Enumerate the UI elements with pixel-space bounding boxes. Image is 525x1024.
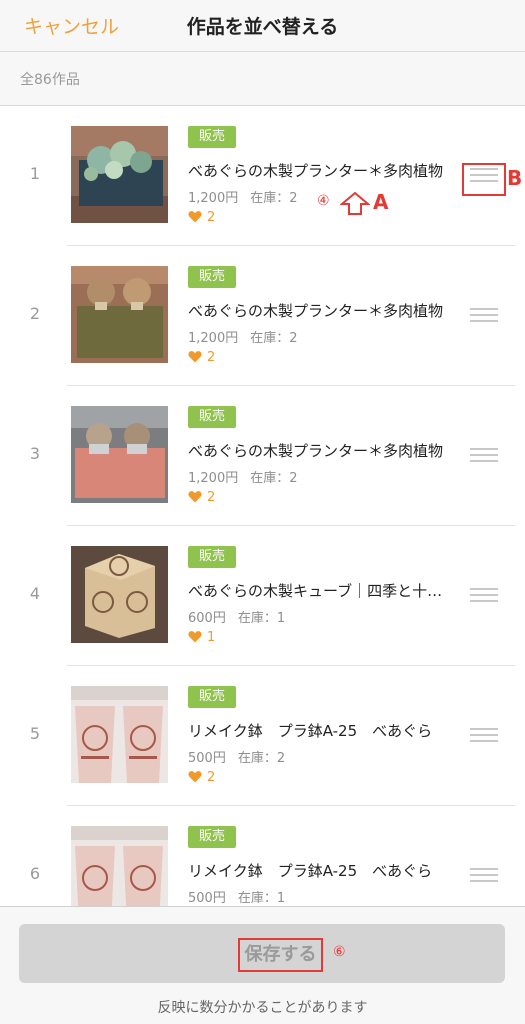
item-meta: 1,200円 在庫：2: [188, 467, 298, 486]
up-arrow-icon: [340, 192, 370, 215]
item-meta: 1,200円 在庫：2: [188, 187, 298, 206]
like-count-value: 2: [207, 350, 216, 365]
item-stock: 在庫：2: [237, 751, 286, 766]
annotation-step-number: ⑥: [333, 944, 346, 960]
item-thumbnail: [71, 406, 168, 503]
annotation-step-number: ④: [317, 193, 330, 209]
sale-badge: 販売: [188, 826, 236, 848]
item-price: 1,200円: [188, 471, 239, 486]
item-title: リメイク鉢 プラ鉢A-25 べあぐら: [188, 722, 433, 740]
sale-badge: 販売: [188, 406, 236, 428]
like-count-value: 1: [207, 630, 216, 645]
item-title: べあぐらの木製プランター＊多肉植物: [188, 442, 444, 460]
item-title: べあぐらの木製プランター＊多肉植物: [188, 162, 444, 180]
rank-number: 3: [29, 444, 41, 463]
like-count: 2: [188, 350, 215, 365]
item-title: べあぐらの木製プランター＊多肉植物: [188, 302, 444, 320]
footer-note: 反映に数分かかることがあります: [157, 1000, 368, 1016]
item-thumbnail: [71, 266, 168, 363]
item-meta: 500円 在庫：2: [188, 747, 285, 766]
list-item: 1 販売 べあぐらの木製プランター＊多肉植物 1,200円 在庫：2 2 B ④…: [0, 106, 525, 246]
item-price: 1,200円: [188, 191, 239, 206]
item-stock: 在庫：1: [237, 891, 286, 906]
item-stock: 在庫：1: [237, 611, 286, 626]
annotation-letter-a: A: [373, 190, 389, 214]
list-item: 6 販売 リメイク鉢 プラ鉢A-25 べあぐら 500円 在庫：1: [0, 806, 525, 906]
like-count-value: 2: [207, 770, 216, 785]
list-item: 3 販売 べあぐらの木製プランター＊多肉植物 1,200円 在庫：2 2: [0, 386, 525, 526]
item-meta: 500円 在庫：1: [188, 887, 285, 906]
like-count: 2: [188, 210, 215, 225]
item-price: 1,200円: [188, 331, 239, 346]
like-count: 2: [188, 770, 215, 785]
item-count: 全86作品: [20, 72, 80, 88]
item-meta: 600円 在庫：1: [188, 607, 285, 626]
drag-handle-icon[interactable]: [470, 448, 498, 462]
like-count: 2: [188, 490, 215, 505]
like-count-value: 2: [207, 490, 216, 505]
like-count: 1: [188, 630, 215, 645]
heart-icon: [188, 211, 202, 223]
annotation-highlight-box: [462, 163, 506, 196]
save-button-label: 保存する: [238, 938, 323, 972]
annotation-letter-b: B: [507, 166, 523, 190]
item-price: 500円: [188, 891, 226, 906]
rank-number: 5: [29, 724, 41, 743]
item-thumbnail: [71, 546, 168, 643]
drag-handle-icon[interactable]: [470, 728, 498, 742]
drag-handle-icon[interactable]: [470, 868, 498, 882]
sortable-item-list[interactable]: 1 販売 べあぐらの木製プランター＊多肉植物 1,200円 在庫：2 2 B ④…: [0, 106, 525, 906]
list-item: 4 販売 べあぐらの木製キューブ｜四季と十二支 600円 在庫：1 1: [0, 526, 525, 666]
heart-icon: [188, 491, 202, 503]
drag-handle-icon[interactable]: [470, 308, 498, 322]
rank-number: 1: [29, 164, 41, 183]
rank-number: 6: [29, 864, 41, 883]
page-title: 作品を並べ替える: [186, 16, 339, 38]
save-button[interactable]: 保存する ⑥: [19, 924, 505, 983]
heart-icon: [188, 351, 202, 363]
list-item: 2 販売 べあぐらの木製プランター＊多肉植物 1,200円 在庫：2 2: [0, 246, 525, 386]
item-stock: 在庫：2: [250, 331, 298, 346]
item-stock: 在庫：2: [250, 471, 298, 486]
item-thumbnail: [71, 826, 168, 906]
item-meta: 1,200円 在庫：2: [188, 327, 298, 346]
item-title: リメイク鉢 プラ鉢A-25 べあぐら: [188, 862, 433, 880]
item-price: 600円: [188, 611, 226, 626]
navigation-bar: キャンセル 作品を並べ替える: [0, 0, 525, 52]
rank-number: 4: [29, 584, 41, 603]
rank-number: 2: [29, 304, 41, 323]
item-stock: 在庫：2: [250, 191, 298, 206]
item-thumbnail: [71, 686, 168, 783]
drag-handle-icon[interactable]: [470, 588, 498, 602]
sale-badge: 販売: [188, 266, 236, 288]
item-count-bar: 全86作品: [0, 52, 525, 106]
heart-icon: [188, 631, 202, 643]
item-price: 500円: [188, 751, 226, 766]
list-item: 5 販売 リメイク鉢 プラ鉢A-25 べあぐら 500円 在庫：2 2: [0, 666, 525, 806]
sale-badge: 販売: [188, 546, 236, 568]
sale-badge: 販売: [188, 686, 236, 708]
sale-badge: 販売: [188, 126, 236, 148]
item-thumbnail: [71, 126, 168, 223]
like-count-value: 2: [207, 210, 216, 225]
heart-icon: [188, 771, 202, 783]
item-title: べあぐらの木製キューブ｜四季と十二支: [188, 582, 450, 600]
footer-bar: 保存する ⑥ 反映に数分かかることがあります: [0, 906, 525, 1024]
